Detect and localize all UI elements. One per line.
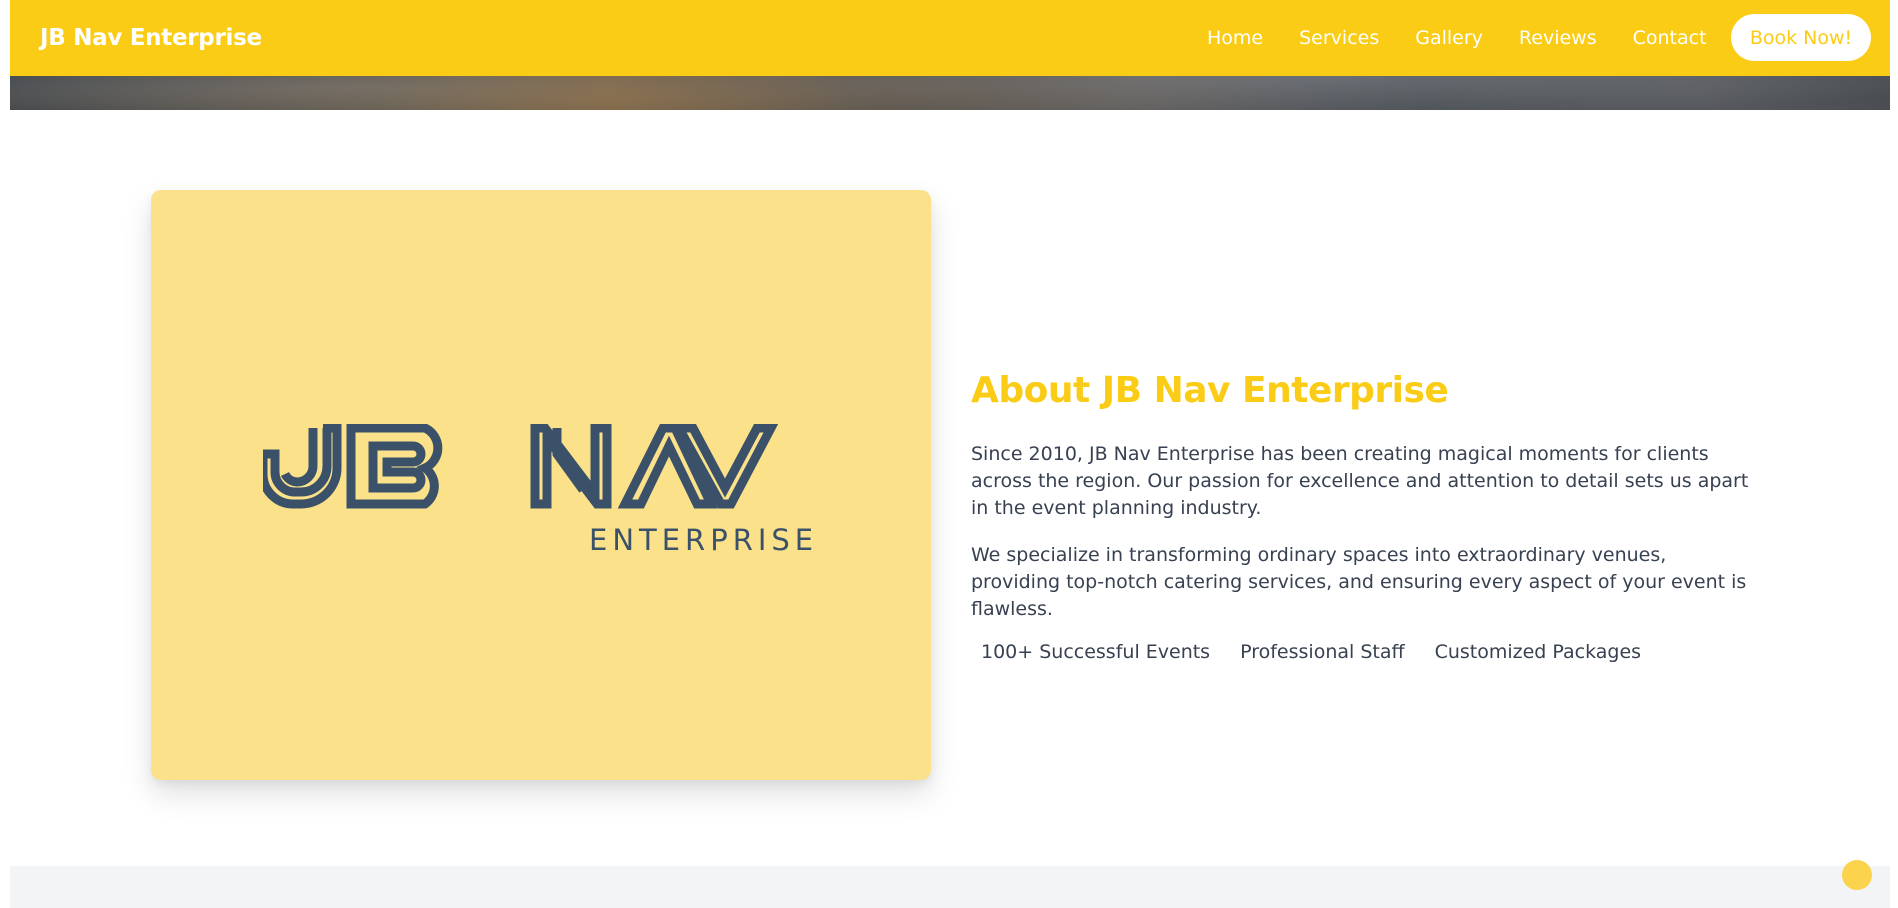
- about-paragraph-2: We specialize in transforming ordinary s…: [971, 544, 1747, 620]
- jb-nav-enterprise-logo: ENTERPRISE: [263, 424, 818, 554]
- scroll-to-top-icon[interactable]: [1842, 860, 1872, 890]
- page: JB Nav Enterprise Home Services Gallery …: [10, 0, 1890, 908]
- feature-list: 100+ Successful Events Professional Staf…: [971, 641, 1761, 663]
- nav-link-contact[interactable]: Contact: [1633, 27, 1707, 49]
- nav-link-services[interactable]: Services: [1299, 27, 1379, 49]
- about-title: About JB Nav Enterprise: [971, 370, 1449, 411]
- nav-link-reviews[interactable]: Reviews: [1519, 27, 1597, 49]
- navbar: JB Nav Enterprise Home Services Gallery …: [10, 0, 1890, 76]
- feature-item-packages: Customized Packages: [1434, 641, 1642, 663]
- brand-logo-text[interactable]: JB Nav Enterprise: [40, 25, 262, 51]
- about-section: About JB Nav Enterprise Since 2010, JB N…: [971, 370, 1761, 663]
- feature-item-staff: Professional Staff: [1240, 641, 1405, 663]
- book-now-button[interactable]: Book Now!: [1731, 14, 1871, 61]
- nav-link-gallery[interactable]: Gallery: [1415, 27, 1483, 49]
- logo-subtext: ENTERPRISE: [589, 523, 818, 554]
- about-logo-card: ENTERPRISE: [151, 190, 931, 780]
- next-section-band: [10, 866, 1890, 908]
- nav-link-home[interactable]: Home: [1207, 27, 1263, 49]
- nav-links: Home Services Gallery Reviews Contact: [1207, 27, 1743, 49]
- about-paragraph-1: Since 2010, JB Nav Enterprise has been c…: [971, 443, 1749, 519]
- feature-item-events: 100+ Successful Events: [981, 641, 1211, 663]
